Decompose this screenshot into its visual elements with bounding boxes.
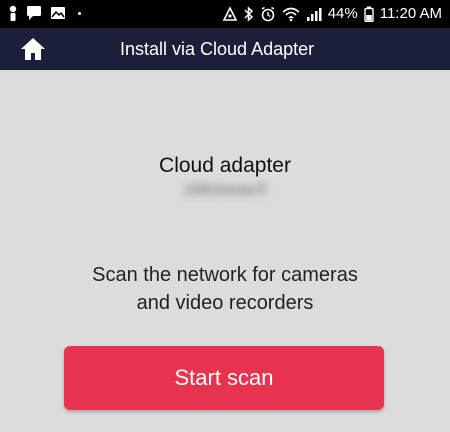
home-icon — [20, 37, 46, 61]
signal-icon — [306, 6, 322, 22]
person-icon — [8, 5, 18, 21]
alarm-icon — [260, 6, 276, 22]
status-time: 11:20 AM — [379, 5, 442, 22]
message-icon — [26, 5, 42, 21]
status-bar-right: 44% 11:20 AM — [222, 4, 442, 24]
battery-icon — [364, 6, 374, 22]
status-bar-left — [8, 5, 81, 21]
notification-dot-icon — [78, 11, 81, 15]
network-icon — [222, 6, 238, 22]
page-title: Install via Cloud Adapter — [120, 39, 315, 59]
device-id: 1f4h3m4a7l — [183, 182, 267, 199]
battery-percent: 44% — [327, 5, 358, 22]
gallery-icon — [50, 5, 66, 21]
scan-description-line-1: Scan the network for cameras — [92, 264, 358, 286]
start-scan-button[interactable]: Start scan — [64, 346, 384, 410]
wifi-icon — [282, 6, 300, 22]
main-content: Cloud adapter 1f4h3m4a7l Scan the networ… — [0, 70, 450, 432]
status-bar: 44% 11:20 AM — [0, 0, 450, 28]
scan-description-line-2: and video recorders — [136, 292, 314, 314]
home-button[interactable] — [18, 35, 48, 63]
device-name: Cloud adapter — [159, 154, 291, 177]
app-bar: Install via Cloud Adapter — [0, 28, 450, 70]
scan-description: Scan the network for cameras and video r… — [0, 261, 450, 317]
bluetooth-icon — [244, 6, 254, 22]
